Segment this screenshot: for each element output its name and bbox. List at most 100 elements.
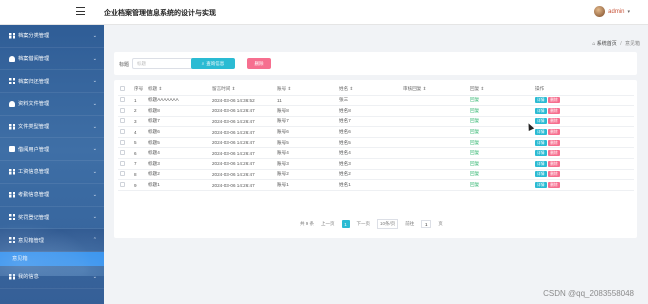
cell-status: 回复 [468,95,533,107]
breadcrumb-home[interactable]: 系统首页 [597,41,617,47]
sidebar-item-archive-borrow[interactable]: 档案借阅管理 ⌄ [0,48,104,71]
sidebar-item-label: 档案分类管理 [18,33,50,40]
cell-name: 姓名2 [337,169,401,181]
row-delete-button[interactable]: 删除 [548,139,560,146]
detail-button[interactable]: 详情 [535,150,547,157]
row-checkbox[interactable] [118,95,132,107]
detail-button[interactable]: 详情 [535,107,547,114]
doc-icon [9,146,15,153]
cell-account: 账号8 [275,105,337,117]
detail-button[interactable]: 详情 [535,118,547,125]
chevron-down-icon: ⌄ [92,32,97,39]
row-delete-button[interactable]: 删除 [548,150,560,157]
cell-actions: 详情 删除 [533,126,634,138]
row-delete-button[interactable]: 删除 [548,171,560,178]
cell-index: 1 [132,95,146,107]
column-header[interactable]: 回复 ⇕ [468,83,533,96]
cell-review-reply [401,126,468,138]
column-header[interactable]: 账号 ⇕ [275,83,337,96]
grid-icon [9,214,15,221]
sidebar-item-borrow-users[interactable]: 借阅用户管理 ⌄ [0,138,104,162]
sidebar-item-file-types[interactable]: 文件类型管理 ⌄ [0,116,104,139]
detail-button[interactable]: 详情 [535,129,547,136]
row-checkbox[interactable] [118,137,132,149]
row-delete-button[interactable]: 删除 [548,107,560,114]
cell-actions: 详情 删除 [533,95,634,107]
sidebar-item-salary[interactable]: 工资信息管理 ⌄ [0,161,104,184]
cell-status: 回复 [468,179,533,191]
delete-button[interactable]: 删除 [247,58,271,69]
search-input[interactable] [132,58,200,69]
cell-status: 回复 [468,137,533,149]
pagination-page[interactable]: 1 [341,220,350,228]
detail-button[interactable]: 详情 [535,160,547,167]
sidebar-item-document-files[interactable]: 资料文件管理 ⌄ [0,93,104,116]
sidebar-item-archive-category[interactable]: 档案分类管理 ⌄ [0,25,104,48]
row-checkbox[interactable] [118,147,132,160]
chevron-up-icon: ⌃ [92,237,97,244]
cell-status: 回复 [468,126,533,138]
cell-status: 回复 [468,158,533,170]
detail-button[interactable]: 详情 [535,97,547,104]
sidebar-item-archive-return[interactable]: 档案归还管理 ⌄ [0,70,104,94]
cell-index: 8 [132,169,146,181]
user-name: admin [608,8,625,15]
row-delete-button[interactable]: 删除 [548,182,560,189]
grid-icon [9,273,15,280]
row-checkbox[interactable] [118,158,132,170]
cell-account: 账号4 [275,147,337,160]
cell-title: 标题AAAAAAA [146,95,210,107]
cell-title: 标题2 [146,169,210,181]
search-button[interactable]: ⌕ 查询信息 [191,58,235,69]
sidebar-item-suggestion-box[interactable]: 意见箱管理 ⌃ [0,229,104,252]
pagination-next[interactable]: 下一页 [357,221,371,227]
cell-status: 回复 [468,105,533,117]
user-menu[interactable]: admin ▾ [594,6,630,17]
cell-name: 姓名6 [337,126,401,138]
cell-title: 标题1 [146,179,210,191]
row-checkbox[interactable] [118,116,132,128]
detail-button[interactable]: 详情 [535,139,547,146]
page-size-select[interactable]: 10条/页 [377,219,399,229]
row-checkbox[interactable] [118,169,132,181]
column-header[interactable]: 姓名 ⇕ [337,83,401,96]
row-checkbox[interactable] [118,179,132,191]
cell-index: 3 [132,116,146,128]
row-checkbox[interactable] [118,105,132,117]
column-header: 序号 [132,83,146,96]
row-delete-button[interactable]: 删除 [548,160,560,167]
goto-label: 前往 [405,221,415,226]
row-delete-button[interactable]: 删除 [548,118,560,125]
row-checkbox[interactable] [118,126,132,138]
submenu-item-suggestion-box[interactable]: 意见箱 [0,251,104,266]
table-row: 5 标题5 2024-03-06 14:26:47 账号5 姓名5 回复 详情 删除 [118,137,634,149]
cell-time: 2024-03-06 14:26:47 [210,137,275,149]
sidebar-item-label: 我的信息 [18,274,39,281]
select-all-checkbox[interactable] [118,83,132,96]
menu-toggle-icon[interactable] [76,7,85,16]
detail-button[interactable]: 详情 [535,182,547,189]
goto-page-input[interactable]: 1 [421,220,432,228]
cell-account: 账号5 [275,137,337,149]
column-header[interactable]: 标题 ⇕ [146,83,210,96]
grid-icon [9,123,15,130]
sidebar-item-attendance[interactable]: 考勤信息管理 ⌄ [0,184,104,207]
sidebar-item-my-info[interactable]: 我的信息 ⌄ [0,266,104,289]
sidebar-item-rewards[interactable]: 奖罚登记管理 ⌄ [0,207,104,230]
breadcrumb-separator: / [620,41,622,47]
row-delete-button[interactable]: 删除 [548,97,560,104]
cell-index: 4 [132,126,146,138]
pagination-prev[interactable]: 上一页 [321,221,335,227]
cell-time: 2024-03-06 14:26:47 [210,126,275,138]
search-button-label: 查询信息 [206,60,225,66]
home-icon: ⌂ [592,41,596,47]
detail-button[interactable]: 详情 [535,171,547,178]
sidebar-item-label: 资料文件管理 [18,101,50,108]
column-header[interactable]: 审核回复 ⇕ [401,83,468,96]
cell-actions: 详情 删除 [533,158,634,170]
cell-time: 2024-03-06 14:36:52 [210,95,275,107]
cell-account: 账号7 [275,116,337,128]
cell-review-reply [401,147,468,160]
column-header[interactable]: 留言时间 ⇕ [210,83,275,96]
row-delete-button[interactable]: 删除 [548,129,560,136]
